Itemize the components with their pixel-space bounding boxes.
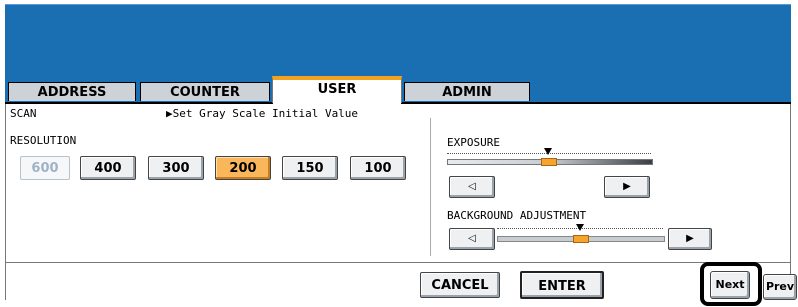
tab-counter[interactable]: COUNTER: [140, 82, 270, 101]
enter-button[interactable]: ENTER: [520, 271, 604, 299]
background-decrease-button[interactable]: ◁: [449, 228, 495, 250]
background-slider[interactable]: [497, 222, 665, 244]
background-increase-button[interactable]: ▶: [668, 228, 712, 250]
exposure-slider[interactable]: [447, 148, 653, 168]
resolution-100-button[interactable]: 100: [350, 156, 406, 180]
next-button[interactable]: Next: [710, 271, 750, 299]
header-bar: [5, 4, 791, 83]
resolution-200-button[interactable]: 200: [215, 156, 271, 180]
instruction-text: ▶Set Gray Scale Initial Value: [166, 107, 359, 120]
left-arrow-icon: ◁: [468, 233, 476, 244]
resolution-150-button[interactable]: 150: [282, 156, 338, 180]
background-thumb[interactable]: [573, 235, 589, 243]
tab-address[interactable]: ADDRESS: [8, 82, 136, 101]
exposure-decrease-button[interactable]: ◁: [449, 176, 495, 198]
column-divider: [430, 118, 431, 256]
active-tab-joint: [273, 101, 401, 104]
exposure-increase-button[interactable]: ▶: [604, 176, 650, 198]
exposure-marker: [544, 148, 552, 155]
exposure-thumb[interactable]: [541, 158, 557, 166]
right-arrow-icon: ▶: [623, 181, 631, 192]
resolution-400-button[interactable]: 400: [80, 156, 136, 180]
background-marker: [576, 224, 584, 231]
section-title: SCAN: [10, 107, 37, 120]
footer-divider: [5, 262, 791, 263]
main-panel: [5, 102, 791, 300]
resolution-600-button[interactable]: 600: [20, 156, 70, 180]
right-arrow-icon: ▶: [686, 233, 694, 244]
left-arrow-icon: ◁: [468, 181, 476, 192]
background-adjustment-label: BACKGROUND ADJUSTMENT: [447, 209, 587, 222]
tab-user[interactable]: USER: [272, 76, 402, 103]
tab-admin[interactable]: ADMIN: [404, 82, 530, 101]
resolution-label: RESOLUTION: [10, 134, 77, 147]
prev-button[interactable]: Prev: [763, 274, 797, 300]
resolution-300-button[interactable]: 300: [148, 156, 204, 180]
cancel-button[interactable]: CANCEL: [420, 272, 500, 298]
